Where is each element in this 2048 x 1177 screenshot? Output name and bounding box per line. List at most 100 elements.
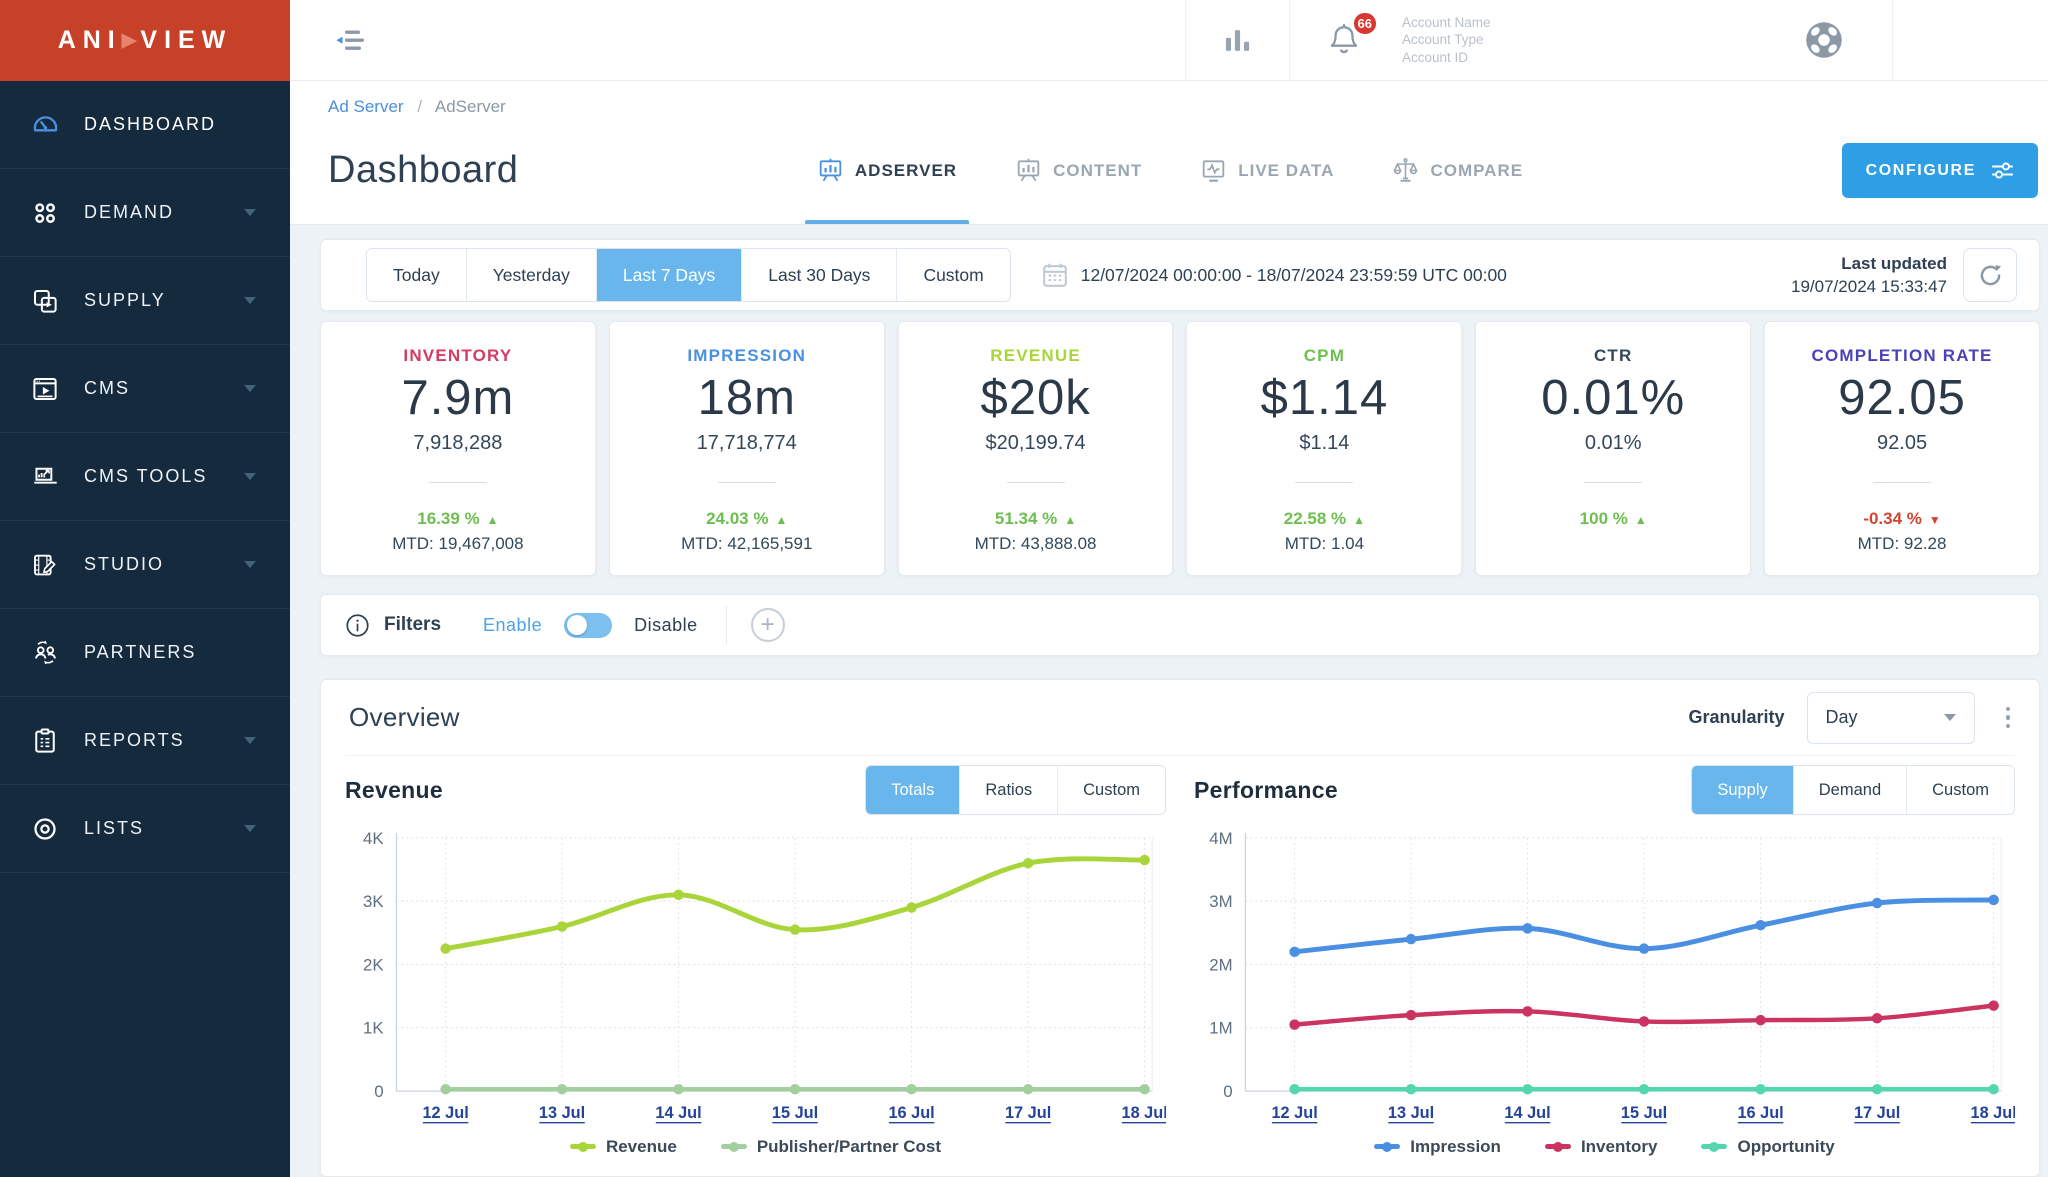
- svg-text:16 Jul: 16 Jul: [1737, 1104, 1783, 1122]
- kpi-subvalue: 92.05: [1877, 432, 1927, 455]
- sidebar-item-partners[interactable]: PARTNERS: [0, 609, 290, 697]
- account-id: Account ID: [1402, 49, 1597, 67]
- refresh-button[interactable]: [1963, 248, 2017, 302]
- sidebar-item-cms-tools[interactable]: CMS TOOLS: [0, 433, 290, 521]
- sidebar-item-label: PARTNERS: [84, 642, 196, 663]
- performance-line-chart: 01M2M3M4M12 Jul13 Jul14 Jul15 Jul16 Jul1…: [1194, 826, 2015, 1135]
- granularity-value: Day: [1826, 707, 1858, 728]
- chevron-down-icon: [244, 561, 256, 568]
- performance-tab-demand[interactable]: Demand: [1794, 766, 1907, 814]
- page-title: Dashboard: [328, 149, 518, 192]
- topbar-right: 66 Account Name Account Type Account ID: [1185, 0, 2048, 80]
- filters-divider: [726, 606, 727, 644]
- filters-enable-label[interactable]: Enable: [483, 615, 542, 636]
- last-updated-label: Last updated: [1791, 252, 1947, 275]
- calendar-icon[interactable]: [1041, 261, 1069, 289]
- demand-icon: [30, 198, 62, 228]
- filters-toggle[interactable]: [564, 613, 612, 638]
- tab-content[interactable]: CONTENT: [1015, 117, 1142, 224]
- partners-icon: [30, 637, 62, 668]
- revenue-tab-custom[interactable]: Custom: [1058, 766, 1165, 814]
- scales-icon: [1392, 157, 1419, 184]
- kpi-divider: [1873, 482, 1931, 483]
- range-today[interactable]: Today: [367, 249, 467, 301]
- kpi-change: 51.34 %▲: [995, 509, 1076, 529]
- content: TodayYesterdayLast 7 DaysLast 30 DaysCus…: [290, 225, 2048, 1177]
- legend-revenue[interactable]: Revenue: [570, 1137, 677, 1157]
- logo-text-left: ANI: [58, 26, 122, 55]
- chevron-down-icon: [244, 385, 256, 392]
- breadcrumb-separator: /: [417, 97, 422, 116]
- granularity-select[interactable]: Day: [1807, 692, 1975, 744]
- legend-marker: [1701, 1144, 1727, 1149]
- performance-tab-supply[interactable]: Supply: [1692, 766, 1793, 814]
- kpi-divider: [1295, 482, 1353, 483]
- kpi-change: 16.39 %▲: [417, 509, 498, 529]
- filters-disable-label[interactable]: Disable: [634, 615, 698, 636]
- sidebar-item-demand[interactable]: DEMAND: [0, 169, 290, 257]
- configure-button[interactable]: CONFIGURE: [1842, 143, 2038, 198]
- revenue-tab-ratios[interactable]: Ratios: [960, 766, 1058, 814]
- kpi-value: 92.05: [1838, 370, 1966, 426]
- svg-text:18 Jul: 18 Jul: [1121, 1104, 1166, 1122]
- svg-text:4K: 4K: [363, 829, 384, 848]
- performance-chart-panel: PerformanceSupplyDemandCustom01M2M3M4M12…: [1194, 756, 2015, 1176]
- granularity-label: Granularity: [1688, 707, 1784, 728]
- sidebar-item-supply[interactable]: SUPPLY: [0, 257, 290, 345]
- sidebar-item-lists[interactable]: LISTS: [0, 785, 290, 873]
- date-range-text[interactable]: 12/07/2024 00:00:00 - 18/07/2024 23:59:5…: [1081, 265, 1507, 286]
- monitor-pulse-icon: [1200, 157, 1227, 184]
- kpi-subvalue: 17,718,774: [697, 432, 797, 455]
- notifications-bell-icon[interactable]: 66: [1290, 0, 1398, 80]
- svg-text:2K: 2K: [363, 955, 384, 974]
- legend-inventory[interactable]: Inventory: [1545, 1137, 1658, 1157]
- revenue-tab-totals[interactable]: Totals: [866, 766, 960, 814]
- sidebar-item-studio[interactable]: STUDIO: [0, 521, 290, 609]
- svg-text:1M: 1M: [1209, 1019, 1232, 1038]
- sidebar-item-label: LISTS: [84, 818, 144, 839]
- add-filter-button[interactable]: +: [751, 608, 785, 642]
- studio-icon: [30, 550, 62, 580]
- header-row: Dashboard ADSERVER CONTENT LIVE DATA COMPAR…: [328, 117, 2038, 224]
- sliders-icon: [1991, 161, 2014, 180]
- up-arrow-icon: ▲: [1635, 513, 1647, 527]
- tab-compare[interactable]: COMPARE: [1392, 117, 1523, 224]
- up-arrow-icon: ▲: [1353, 513, 1365, 527]
- info-icon[interactable]: [345, 613, 370, 638]
- kpi-subvalue: $1.14: [1299, 432, 1349, 455]
- legend-opportunity[interactable]: Opportunity: [1701, 1137, 1834, 1157]
- logo-text-right: VIEW: [140, 26, 232, 55]
- account-info[interactable]: Account Name Account Type Account ID: [1402, 14, 1597, 67]
- chevron-down-icon: [244, 737, 256, 744]
- range-yesterday[interactable]: Yesterday: [467, 249, 597, 301]
- range-custom[interactable]: Custom: [897, 249, 1009, 301]
- help-wheel-icon[interactable]: [1802, 18, 1846, 62]
- performance-tab-custom[interactable]: Custom: [1907, 766, 2014, 814]
- sidebar-item-reports[interactable]: REPORTS: [0, 697, 290, 785]
- tab-adserver[interactable]: ADSERVER: [817, 117, 957, 224]
- analytics-bars-icon[interactable]: [1186, 0, 1289, 80]
- tab-live-data[interactable]: LIVE DATA: [1200, 117, 1334, 224]
- kpi-title: CPM: [1304, 346, 1345, 366]
- sidebar-item-dashboard[interactable]: DASHBOARD: [0, 81, 290, 169]
- tab-label: COMPARE: [1430, 161, 1523, 181]
- supply-icon: [30, 286, 62, 316]
- range-last-30-days[interactable]: Last 30 Days: [742, 249, 897, 301]
- overview-menu-kebab[interactable]: [2001, 702, 2016, 734]
- cms-icon: [30, 374, 62, 404]
- sidebar-collapse-icon[interactable]: [335, 27, 368, 54]
- range-last-7-days[interactable]: Last 7 Days: [597, 249, 742, 301]
- breadcrumb-link-ad-server[interactable]: Ad Server: [328, 97, 404, 116]
- section-tabs: ADSERVER CONTENT LIVE DATA COMPARE: [817, 117, 1523, 224]
- sidebar-item-label: CMS TOOLS: [84, 466, 207, 487]
- sidebar-item-cms[interactable]: CMS: [0, 345, 290, 433]
- tab-label: CONTENT: [1053, 161, 1142, 181]
- legend-publisher-partner-cost[interactable]: Publisher/Partner Cost: [721, 1137, 941, 1157]
- down-arrow-icon: ▼: [1929, 513, 1941, 527]
- board-chart-icon: [1015, 157, 1042, 184]
- svg-text:4M: 4M: [1209, 829, 1232, 848]
- svg-text:14 Jul: 14 Jul: [1504, 1104, 1550, 1122]
- legend-impression[interactable]: Impression: [1374, 1137, 1501, 1157]
- chart-title: Revenue: [345, 777, 443, 804]
- legend-marker: [1374, 1144, 1400, 1149]
